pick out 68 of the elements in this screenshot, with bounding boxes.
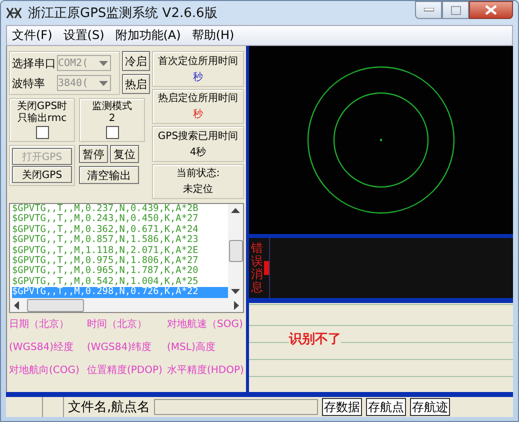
data-field-label: 对地航速（SOG) bbox=[167, 318, 243, 331]
info-title: GPS搜索已用时间 bbox=[158, 130, 238, 143]
data-field-label: 日期（北京） bbox=[9, 318, 70, 331]
data-field-label: (MSL)高度 bbox=[167, 340, 216, 354]
log-line[interactable]: $GPVTG,,T,,M,0.362,N,0.671,K,A*24 bbox=[12, 224, 228, 236]
save-button[interactable]: 存航迹 bbox=[410, 398, 450, 416]
menu-item[interactable]: 附加功能(A) bbox=[110, 27, 187, 44]
save-button[interactable]: 存数据 bbox=[322, 398, 362, 416]
close-button[interactable] bbox=[469, 1, 513, 19]
log-line[interactable]: $GPVTG,,T,,M,0.243,N,0.450,K,A*27 bbox=[12, 214, 228, 225]
dropdown-arrow-icon bbox=[99, 60, 108, 66]
window-title: 浙江正原GPS监测系统 V2.6.6版 bbox=[28, 5, 218, 22]
data-field-label: 位置精度(PDOP) bbox=[87, 364, 164, 377]
control-button[interactable]: 暂停 bbox=[79, 145, 108, 163]
minimize-button[interactable] bbox=[415, 1, 442, 19]
log-line[interactable]: $GPVTG,,T,,M,1.118,N,2.071,K,A*2E bbox=[12, 246, 228, 256]
filename-label: 文件名,航点名 bbox=[67, 399, 152, 416]
menu-item[interactable]: 文件(F) bbox=[7, 27, 58, 44]
control-button[interactable]: 复位 bbox=[110, 145, 139, 163]
option-value: 2 bbox=[108, 113, 116, 125]
scroll-thumb[interactable] bbox=[27, 298, 84, 312]
save-button[interactable]: 存航点 bbox=[366, 398, 406, 416]
status-message: 识别不了 bbox=[289, 330, 341, 348]
info-value: 4秒 bbox=[190, 146, 206, 159]
data-field-label: 对地航向(COG) bbox=[9, 364, 80, 377]
menu-item[interactable]: 设置(S) bbox=[58, 27, 110, 44]
field-label: 选择串口 bbox=[12, 56, 55, 70]
scroll-left-icon bbox=[14, 300, 19, 310]
minimize-icon bbox=[424, 8, 434, 12]
info-value: 秒 bbox=[193, 108, 203, 122]
checkbox[interactable] bbox=[106, 126, 118, 139]
scroll-thumb[interactable] bbox=[228, 240, 242, 262]
field-label: 波特率 bbox=[12, 76, 46, 90]
clear-output-button[interactable]: 清空输出 bbox=[79, 166, 139, 184]
scroll-right-icon bbox=[234, 300, 239, 310]
error-message-label: 错误消息 bbox=[250, 242, 263, 294]
info-value: 未定位 bbox=[183, 182, 213, 196]
info-title: 首次定位所用时间 bbox=[158, 54, 238, 68]
gps-button[interactable]: 关闭GPS bbox=[12, 166, 72, 183]
data-field-label: 水平精度(HDOP) bbox=[167, 364, 243, 377]
scroll-up-icon bbox=[231, 208, 240, 213]
log-line[interactable]: $GPVTG,,T,,M,0.857,N,1.586,K,A*23 bbox=[12, 235, 228, 246]
horizontal-scrollbar[interactable] bbox=[10, 298, 243, 312]
filename-field[interactable] bbox=[154, 399, 318, 415]
close-icon bbox=[485, 5, 497, 15]
start-button[interactable]: 冷启 bbox=[122, 51, 150, 71]
maximize-button[interactable] bbox=[442, 1, 469, 19]
log-line[interactable]: $GPVTG,,T,,M,0.965,N,1.787,K,A*20 bbox=[12, 266, 228, 277]
maximize-icon bbox=[450, 6, 460, 14]
splitter-handle-icon[interactable] bbox=[264, 261, 269, 275]
info-title: 当前状态: bbox=[176, 166, 220, 180]
data-field-label: 时间（北京） bbox=[87, 318, 148, 331]
checkbox[interactable] bbox=[36, 126, 48, 139]
dropdown-arrow-icon bbox=[99, 80, 108, 86]
log-line[interactable]: $GPVTG,,T,,M,0.237,N,0.439,K,A*2B bbox=[12, 204, 228, 214]
log-line[interactable]: $GPVTG,,T,,M,0.975,N,1.806,K,A*27 bbox=[12, 256, 228, 266]
scroll-down-icon bbox=[231, 289, 240, 294]
vertical-scrollbar[interactable] bbox=[228, 204, 243, 298]
log-line[interactable]: $GPVTG,,T,,M,0.542,N,1.004,K,A*25 bbox=[12, 276, 228, 288]
option-label: 监测模式 bbox=[92, 101, 132, 113]
app-icon bbox=[6, 6, 22, 20]
data-field-label: (WGS84)经度 bbox=[9, 340, 75, 354]
info-value: 秒 bbox=[193, 70, 203, 84]
menu-item[interactable]: 帮助(H) bbox=[186, 27, 240, 44]
info-title: 热启定位所用时间 bbox=[158, 92, 238, 106]
option-label: 关闭GPS时只输出rmc bbox=[16, 101, 68, 125]
start-button[interactable]: 热启 bbox=[122, 74, 150, 94]
data-field-label: (WGS84)纬度 bbox=[87, 340, 153, 354]
